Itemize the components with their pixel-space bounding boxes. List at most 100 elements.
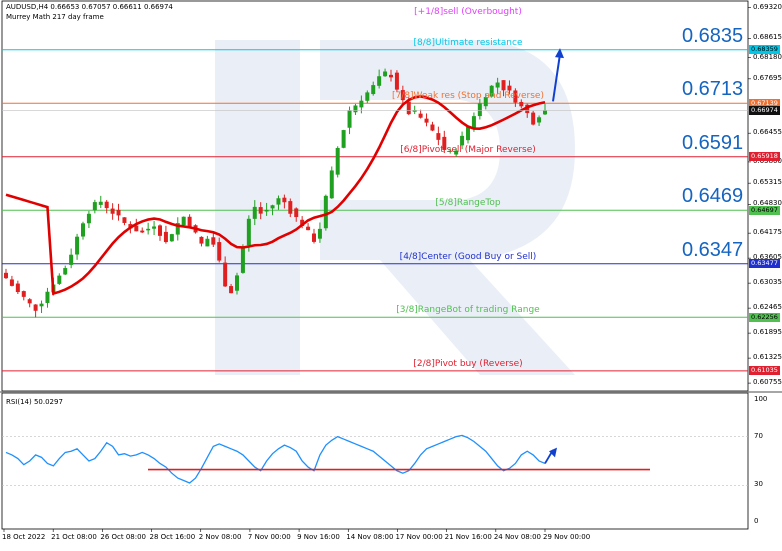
candle-body (531, 112, 536, 125)
time-tick-label: 29 Nov 00:00 (543, 533, 591, 541)
candle-body (294, 208, 299, 218)
candle-body (495, 82, 500, 88)
candle-body (86, 213, 91, 224)
murrey-label-l48: [4/8]Center (Good Buy or Sell) (399, 251, 537, 262)
candle-body (140, 230, 145, 233)
candle-body (507, 85, 512, 91)
candle-body (306, 226, 311, 231)
candle-body (63, 268, 68, 275)
candle-body (33, 304, 38, 311)
rsi-tick-label: 70 (754, 431, 763, 440)
murrey-label-l78: [7/8]Weak res (Stop and Reverse) (392, 91, 544, 102)
time-tick-label: 24 Nov 08:00 (493, 533, 542, 541)
candle-body (288, 201, 293, 214)
candle-body (347, 110, 352, 128)
level-value-l68: 0.6591 (682, 131, 744, 154)
price-tag-l48: 0.63477 (749, 259, 780, 269)
candle-body (240, 247, 245, 273)
watermark-bar (215, 40, 300, 375)
candle-body (317, 228, 322, 239)
level-value-l88: 0.6835 (682, 24, 744, 47)
murrey-label-l88: [8/8]Ultimate resistance (413, 37, 523, 48)
candle-body (146, 228, 151, 231)
indicator-header: Murrey Math 217 day frame (6, 13, 104, 21)
murrey-label-l68: [6/8]Pivot sell (Major Reverse) (400, 144, 536, 155)
murrey-label-p18: [+1/8]sell (Overbought) (414, 7, 522, 18)
candle-body (81, 223, 85, 237)
candle-body (57, 275, 62, 284)
price-tick-label: 0.61895 (753, 328, 782, 337)
candle-body (466, 127, 470, 141)
candle-body (543, 110, 547, 115)
candle-body (246, 218, 251, 246)
price-tag-l38: 0.62256 (749, 312, 780, 322)
candle-body (163, 231, 168, 243)
candle-body (394, 72, 399, 90)
level-value-l48: 0.6347 (682, 238, 744, 261)
candle-body (229, 286, 234, 294)
candle-body (158, 225, 162, 236)
price-tag-l28: 0.61035 (749, 366, 780, 376)
candle-body (418, 113, 423, 118)
candle-body (383, 71, 388, 77)
level-value-l78: 0.6713 (682, 78, 744, 101)
time-tick-label: 21 Oct 08:00 (51, 533, 97, 541)
candle-body (92, 202, 97, 211)
candle-body (477, 103, 482, 117)
rsi-header: RSI(14) 50.0297 (6, 398, 63, 406)
rsi-tick-label: 0 (754, 517, 759, 525)
candle-body (424, 118, 429, 123)
murrey-label-l38: [3/8]RangeBot of trading Range (396, 305, 540, 316)
price-tick-label: 0.63035 (753, 278, 782, 287)
candle-body (436, 133, 441, 140)
candle-body (181, 216, 186, 226)
time-tick-label: 14 Nov 08:00 (346, 533, 394, 541)
price-tag-l88: 0.68359 (749, 45, 780, 55)
price-tick-label: 0.60755 (753, 378, 782, 387)
candle-body (519, 101, 524, 107)
candle-body (282, 197, 287, 203)
time-tick-label: 2 Nov 08:00 (198, 533, 242, 541)
time-tick-label: 7 Nov 00:00 (247, 533, 291, 541)
candle-body (430, 124, 435, 131)
price-tick-label: 0.69320 (753, 2, 782, 11)
candle-body (264, 209, 269, 212)
candle-body (406, 101, 411, 115)
candle-body (9, 279, 14, 286)
current-price-tag: 0.66974 (749, 105, 780, 115)
candle-body (377, 76, 382, 86)
candle-body (537, 117, 542, 123)
time-tick-label: 17 Nov 00:00 (395, 533, 443, 541)
candle-body (122, 217, 127, 223)
candle-body (353, 105, 358, 113)
candle-body (276, 198, 281, 205)
time-tick-label: 28 Oct 16:00 (149, 533, 196, 541)
candle-body (312, 233, 316, 242)
candle-body (323, 195, 328, 229)
candle-body (329, 170, 334, 199)
candle-body (15, 283, 20, 293)
rsi-line (5, 434, 546, 484)
candle-body (341, 130, 346, 148)
candle-body (21, 291, 26, 297)
candle-body (27, 299, 32, 304)
candle-body (335, 147, 340, 175)
rsi-tick-label: 100 (754, 395, 768, 403)
level-value-l58: 0.6469 (682, 185, 744, 208)
price-tick-label: 0.62465 (753, 303, 782, 312)
candle-body (4, 272, 8, 279)
candle-body (45, 291, 50, 303)
candle-body (359, 100, 364, 108)
candle-body (39, 303, 44, 307)
price-tick-label: 0.68615 (753, 33, 782, 42)
candle-body (152, 226, 157, 229)
murrey-label-l28: [2/8]Pivot buy (Reverse) (413, 358, 523, 369)
murrey-label-l58: [5/8]RangeTop (435, 198, 501, 209)
price-tick-label: 0.64175 (753, 228, 782, 237)
candle-body (389, 74, 393, 78)
candle-body (98, 201, 103, 205)
time-tick-label: 26 Oct 08:00 (100, 533, 146, 541)
price-tick-label: 0.67695 (753, 73, 782, 82)
candle-body (187, 216, 192, 227)
candle-body (211, 237, 216, 245)
